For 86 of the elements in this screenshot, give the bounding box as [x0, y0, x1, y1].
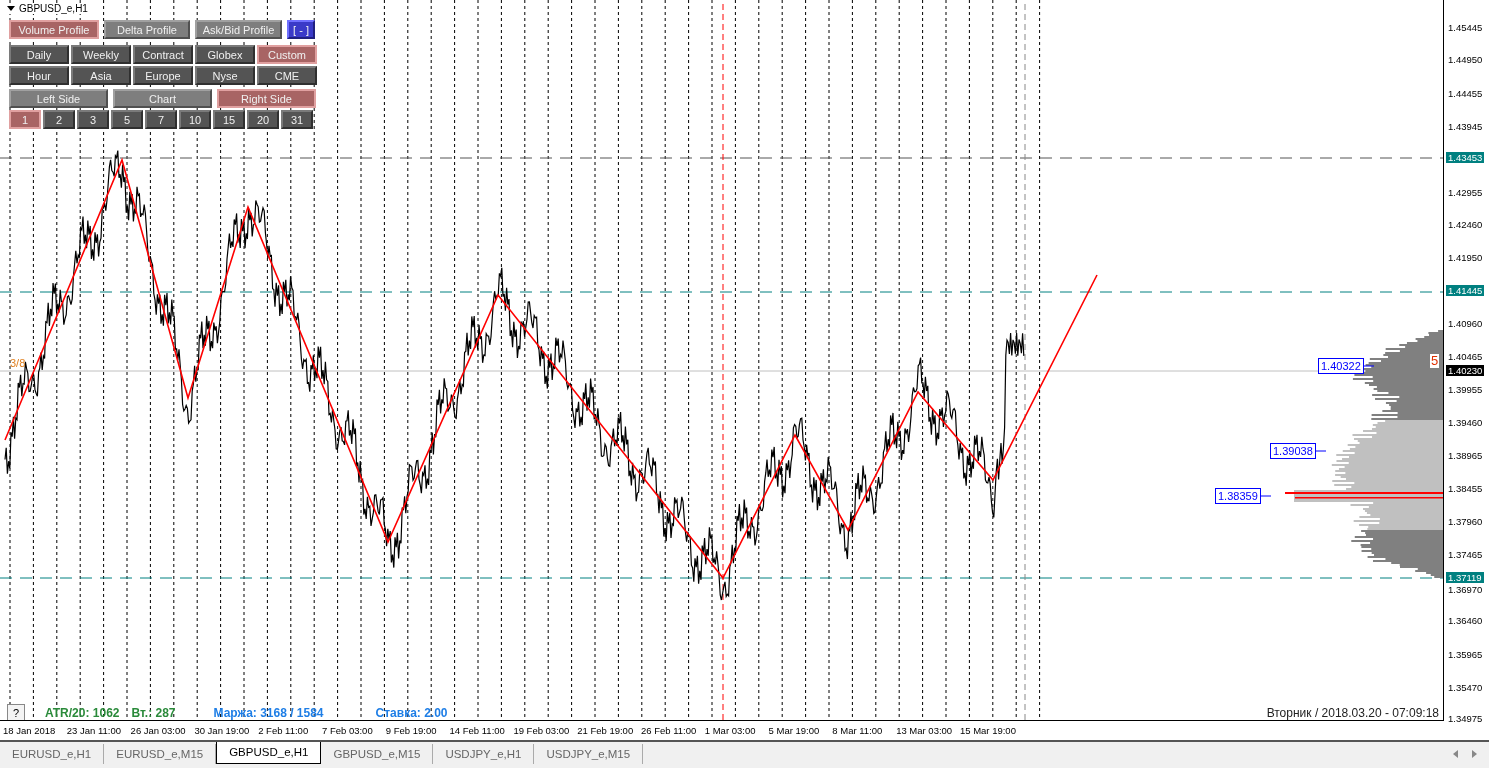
price-axis-label: 1.39460	[1447, 417, 1484, 428]
time-axis-label: 26 Feb 11:00	[640, 724, 698, 736]
panel-button[interactable]: Weekly	[71, 45, 131, 64]
price-axis-label: 1.43453	[1446, 152, 1485, 163]
panel-button[interactable]: 20	[247, 110, 279, 129]
price-axis-label: 1.40960	[1447, 318, 1484, 329]
panel-button[interactable]: 31	[281, 110, 313, 129]
day-range-value: Вт.: 287	[131, 706, 176, 720]
help-button[interactable]: ?	[7, 704, 25, 720]
panel-button[interactable]: Left Side	[9, 89, 108, 108]
price-axis-label: 1.36970	[1447, 584, 1484, 595]
panel-button[interactable]: Right Side	[217, 89, 316, 108]
price-axis-label: 1.37960	[1447, 516, 1484, 527]
price-axis-label: 1.37465	[1447, 549, 1484, 560]
price-axis-label: 1.38965	[1447, 450, 1484, 461]
price-axis-label: 1.38455	[1447, 483, 1484, 494]
panel-button[interactable]: Chart	[113, 89, 212, 108]
price-axis-label: 1.41445	[1446, 285, 1485, 296]
price-axis-label: 1.37119	[1446, 572, 1484, 583]
panel-button[interactable]: 5	[111, 110, 143, 129]
panel-button[interactable]: Globex	[195, 45, 255, 64]
server-datetime: Вторник / 2018.03.20 - 07:09:18	[1266, 706, 1439, 720]
time-axis-label: 23 Jan 11:00	[66, 724, 123, 736]
panel-button[interactable]: [ - ]	[287, 20, 315, 39]
panel-button[interactable]: 1	[9, 110, 41, 129]
scroll-left-icon[interactable]	[1453, 749, 1458, 758]
margin-value: Маржа: 3168 / 1584	[213, 706, 324, 720]
price-axis-label: 1.43945	[1447, 121, 1484, 132]
time-axis-label: 8 Mar 11:00	[832, 724, 884, 736]
price-axis-label: 1.42955	[1447, 187, 1484, 198]
panel-button[interactable]: Daily	[9, 45, 69, 64]
price-axis-label: 1.44950	[1447, 54, 1484, 65]
time-axis-label: 9 Feb 19:00	[385, 724, 438, 736]
time-axis-label: 14 Feb 11:00	[449, 724, 506, 736]
panel-button[interactable]: Volume Profile	[9, 20, 99, 39]
time-axis-label: 2 Feb 11:00	[258, 724, 310, 736]
price-level-label: 1.38359	[1215, 488, 1261, 504]
scroll-right-icon[interactable]	[1472, 749, 1477, 758]
price-axis-label: 1.44455	[1447, 88, 1484, 99]
price-level-label: 1.39038	[1270, 443, 1316, 459]
time-axis-label: 18 Jan 2018	[3, 724, 57, 736]
panel-button[interactable]: Hour	[9, 66, 69, 85]
leader-line	[1362, 365, 1375, 367]
panel-button[interactable]: 2	[43, 110, 75, 129]
price-chart[interactable]	[0, 0, 1444, 721]
price-level-label: 1.40322	[1318, 358, 1364, 374]
time-axis-label: 13 Mar 03:00	[896, 724, 954, 736]
dropdown-icon[interactable]	[7, 6, 15, 11]
time-axis-label: 15 Mar 19:00	[959, 724, 1017, 736]
price-axis-label: 1.41950	[1447, 252, 1484, 263]
price-axis-label: 1.40465	[1447, 351, 1484, 362]
price-axis-label: 1.36460	[1447, 615, 1484, 626]
price-axis-label: 1.45445	[1447, 22, 1484, 33]
panel-button[interactable]: 7	[145, 110, 177, 129]
time-axis-label: 30 Jan 19:00	[194, 724, 251, 736]
time-axis-label: 5 Mar 19:00	[768, 724, 821, 736]
panel-button[interactable]: 3	[77, 110, 109, 129]
time-axis-label: 1 Mar 03:00	[704, 724, 757, 736]
chart-tab[interactable]: GBPUSD_e,H1	[216, 741, 322, 764]
panel-button[interactable]: Asia	[71, 66, 131, 85]
panel-button[interactable]: Nyse	[195, 66, 255, 85]
panel-button[interactable]: 15	[213, 110, 245, 129]
price-axis-label: 1.35470	[1447, 682, 1484, 693]
time-axis-label: 26 Jan 03:00	[130, 724, 187, 736]
atr-value: ATR/20: 1062	[45, 706, 120, 720]
price-axis-label: 1.40230	[1446, 365, 1485, 376]
panel-button[interactable]: CME	[257, 66, 317, 85]
panel-button[interactable]: Contract	[133, 45, 193, 64]
time-axis-label: 19 Feb 03:00	[513, 724, 571, 736]
time-axis-label: 21 Feb 19:00	[577, 724, 635, 736]
leader-line	[1259, 495, 1272, 497]
leader-line	[1314, 450, 1327, 452]
price-axis-label: 1.34975	[1447, 713, 1484, 724]
panel-button[interactable]: Custom	[257, 45, 317, 64]
panel-button[interactable]: Delta Profile	[104, 20, 190, 39]
panel-button[interactable]: 10	[179, 110, 211, 129]
price-axis-label: 1.35965	[1447, 649, 1484, 660]
profile-count: 5	[1430, 354, 1440, 368]
price-axis-label: 1.39955	[1447, 384, 1484, 395]
chart-title: GBPUSD_e,H1	[19, 3, 88, 14]
fibonacci-label: 3/8	[10, 357, 26, 369]
panel-button[interactable]: Ask/Bid Profile	[195, 20, 282, 39]
price-axis-label: 1.42460	[1447, 219, 1484, 230]
panel-button[interactable]: Europe	[133, 66, 193, 85]
rate-value: Ставка: 2.00	[375, 706, 448, 720]
time-axis-label: 7 Feb 03:00	[322, 724, 374, 736]
